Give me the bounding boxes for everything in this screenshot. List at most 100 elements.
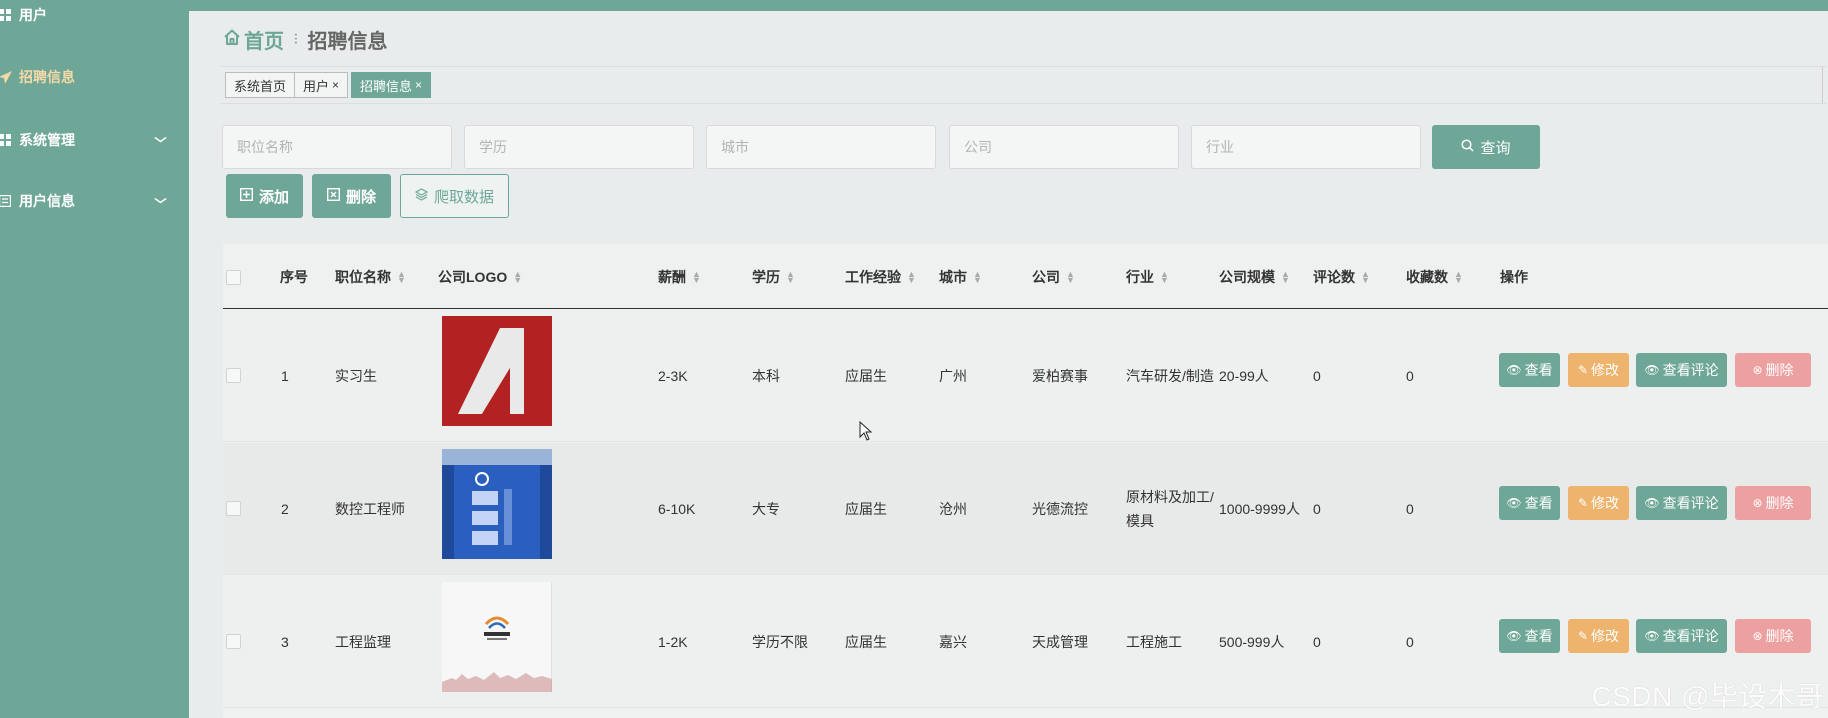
cell-education: 本科 [752,368,780,384]
row-checkbox[interactable] [226,634,241,649]
cell-salary: 2-3K [658,368,688,384]
column-header-industry[interactable]: 行业 ▲ ▼ [1126,244,1169,309]
sidebar-item-label: 用户信息 [19,193,75,209]
main-content: 首页 ⫶ 招聘信息 系统首页 用户 × 招聘信息 × 查询 添加 [189,11,1828,718]
column-header-comments[interactable]: 评论数 ▲ ▼ [1313,244,1370,309]
sidebar-item-label: 用户 [19,7,47,23]
cell-no: 1 [281,368,289,384]
view-button[interactable]: 👁 查看 [1499,619,1560,653]
breadcrumb: 首页 ⫶ 招聘信息 [223,25,388,54]
breadcrumb-separator: ⫶ [294,31,298,47]
edit-button[interactable]: ✎ 修改 [1568,619,1629,653]
column-header-favorites[interactable]: 收藏数 ▲ ▼ [1406,244,1463,309]
sidebar-item-user-info[interactable]: 用户信息 [0,186,189,216]
edit-button[interactable]: ✎ 修改 [1568,486,1629,520]
delete-button[interactable]: ⊗ 删除 [1735,353,1811,387]
tab-label: 系统首页 [234,78,287,94]
delete-label: 删除 [345,188,376,206]
chevron-down-icon [154,195,167,207]
row-checkbox[interactable] [226,501,241,516]
sort-icon[interactable]: ▲ ▼ [397,269,406,284]
cell-salary: 1-2K [658,634,688,650]
cell-title: 实习生 [335,368,377,384]
cell-company: 天成管理 [1032,634,1088,650]
crawl-data-button[interactable]: 爬取数据 [400,174,509,218]
view-comments-button[interactable]: 👁 查看评论 [1636,486,1727,520]
cell-title: 数控工程师 [335,501,405,517]
layers-icon [414,188,429,204]
cell-title: 工程监理 [335,634,391,650]
cell-industry: 工程施工 [1126,634,1182,650]
cell-city: 广州 [939,368,967,384]
sort-icon[interactable]: ▲ ▼ [692,269,701,284]
sort-icon[interactable]: ▲ ▼ [786,269,795,284]
sort-icon[interactable]: ▲ ▼ [513,269,522,284]
tab-label: 招聘信息 [360,78,413,94]
tab-system-home[interactable]: 系统首页 [225,72,296,98]
top-bar [0,0,1828,11]
sort-icon[interactable]: ▲ ▼ [1454,269,1463,284]
eye-icon: 👁 [1644,363,1660,377]
query-button[interactable]: 查询 [1432,125,1540,169]
row-checkbox[interactable] [226,368,241,383]
search-industry-input[interactable] [1191,125,1421,169]
tab-jobs[interactable]: 招聘信息 × [351,72,432,98]
view-button[interactable]: 👁 查看 [1499,486,1560,520]
close-icon[interactable]: × [415,78,422,92]
sort-icon[interactable]: ▲ ▼ [973,269,982,284]
search-education-input[interactable] [464,125,694,169]
sort-icon[interactable]: ▲ ▼ [1160,269,1169,284]
cell-scale: 1000-9999人 [1219,501,1300,517]
view-button[interactable]: 👁 查看 [1499,353,1560,387]
cell-experience: 应届生 [845,634,887,650]
add-button[interactable]: 添加 [226,174,303,218]
column-header-education[interactable]: 学历 ▲ ▼ [752,244,795,309]
edit-button[interactable]: ✎ 修改 [1568,353,1629,387]
sidebar-item-system-admin[interactable]: 系统管理 [0,125,189,155]
delete-button[interactable]: ⊗ 删除 [1735,619,1811,653]
column-header-company[interactable]: 公司 ▲ ▼ [1032,244,1075,309]
company-logo-image [442,582,552,692]
tab-label: 用户 [303,78,330,94]
breadcrumb-home[interactable]: 首页 [244,25,284,54]
sort-icon[interactable]: ▲ ▼ [1361,269,1370,284]
job-table: 序号 职位名称 ▲ ▼ 公司LOGO ▲ ▼ 薪酬 ▲ ▼ 学历 ▲ ▼ 工作经验 ▲ ▼ 城市 ▲ ▼… [223,244,1828,718]
select-all-checkbox[interactable] [226,270,241,285]
search-icon [1461,139,1475,155]
close-circle-icon: ⊗ [1752,496,1763,510]
search-company-input[interactable] [949,125,1179,169]
cell-no: 3 [281,634,289,650]
sort-icon[interactable]: ▲ ▼ [907,269,916,284]
view-comments-button[interactable]: 👁 查看评论 [1636,353,1727,387]
table-row: 3 工程监理 1-2K 学历不限 应届生 嘉兴 天成管理 工程施工 500-99… [223,576,1828,708]
home-icon[interactable] [223,28,241,52]
batch-delete-button[interactable]: 删除 [312,174,391,218]
eye-icon: 👁 [1644,496,1660,510]
cell-comments: 0 [1313,634,1321,650]
cell-favorites: 0 [1406,368,1414,384]
search-city-input[interactable] [706,125,936,169]
column-header-experience[interactable]: 工作经验 ▲ ▼ [845,244,916,309]
column-header-title[interactable]: 职位名称 ▲ ▼ [335,244,406,309]
delete-button[interactable]: ⊗ 删除 [1735,486,1811,520]
plus-square-icon [239,187,253,204]
chevron-down-icon [154,134,167,146]
cell-favorites: 0 [1406,634,1414,650]
search-job-title-input[interactable] [222,125,452,169]
cell-salary: 6-10K [658,501,696,517]
cell-company: 爱柏赛事 [1032,368,1088,384]
sidebar-item-jobs[interactable]: 招聘信息 [0,62,189,92]
sidebar-item-users[interactable]: 用户 [0,0,189,30]
view-comments-button[interactable]: 👁 查看评论 [1636,619,1727,653]
sort-icon[interactable]: ▲ ▼ [1066,269,1075,284]
close-icon[interactable]: × [332,78,339,92]
query-label: 查询 [1480,139,1511,157]
column-header-city[interactable]: 城市 ▲ ▼ [939,244,982,309]
column-header-logo[interactable]: 公司LOGO ▲ ▼ [438,244,522,309]
column-header-salary[interactable]: 薪酬 ▲ ▼ [658,244,701,309]
sort-icon[interactable]: ▲ ▼ [1281,269,1290,284]
tab-users[interactable]: 用户 × [294,72,349,98]
column-header-scale[interactable]: 公司规模 ▲ ▼ [1219,244,1290,309]
cell-scale: 500-999人 [1219,634,1285,650]
watermark: CSDN @毕设木哥 [1591,681,1824,712]
